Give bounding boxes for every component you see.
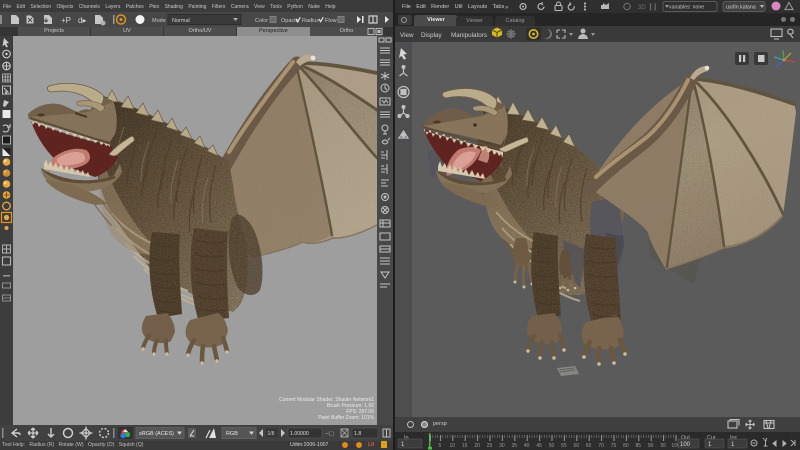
svg-text:55: 55 [561,443,567,449]
svg-text:View: View [400,32,414,39]
svg-text:40: 40 [524,443,530,449]
svg-text:Flow: Flow [325,18,337,24]
svg-text:usdIn.katana: usdIn.katana [726,5,756,11]
svg-text:RGB: RGB [226,431,238,437]
svg-text:100: 100 [680,442,691,448]
svg-text:Mode: Mode [152,18,166,24]
svg-text:Color: Color [255,18,268,24]
svg-text:»: » [505,5,509,11]
svg-text:65: 65 [586,443,592,449]
svg-text:30: 30 [499,443,505,449]
svg-text:90: 90 [648,443,654,449]
svg-text:45: 45 [536,443,542,449]
svg-text:85: 85 [636,443,642,449]
svg-text:Normal: Normal [172,18,190,24]
svg-text:60: 60 [574,443,580,449]
svg-text:sRGB (ACES): sRGB (ACES) [139,431,174,437]
svg-text:95: 95 [660,443,666,449]
svg-text:Radius: Radius [302,18,319,24]
svg-text:d▸: d▸ [78,16,86,25]
svg-text:1.00000: 1.00000 [290,431,309,437]
svg-text:70: 70 [598,443,604,449]
svg-text:80: 80 [623,443,629,449]
svg-text:15: 15 [462,443,468,449]
svg-text:35: 35 [512,443,518,449]
svg-text:75: 75 [611,443,617,449]
svg-text:25: 25 [487,443,493,449]
svg-text:20: 20 [474,443,480,449]
svg-text:variables: none: variables: none [669,5,704,11]
svg-text:5: 5 [439,443,442,449]
svg-text:50: 50 [549,443,555,449]
svg-text:1/8: 1/8 [268,431,275,437]
svg-text:▎▎: ▎▎ [649,3,659,11]
svg-text:10: 10 [450,443,456,449]
svg-text:1.8: 1.8 [354,431,361,437]
svg-text:3D: 3D [638,5,646,11]
svg-text:+P: +P [61,16,71,25]
svg-text:Manipulators: Manipulators [451,32,487,39]
svg-text:−□: −□ [325,431,334,438]
svg-text:Display: Display [421,32,442,39]
